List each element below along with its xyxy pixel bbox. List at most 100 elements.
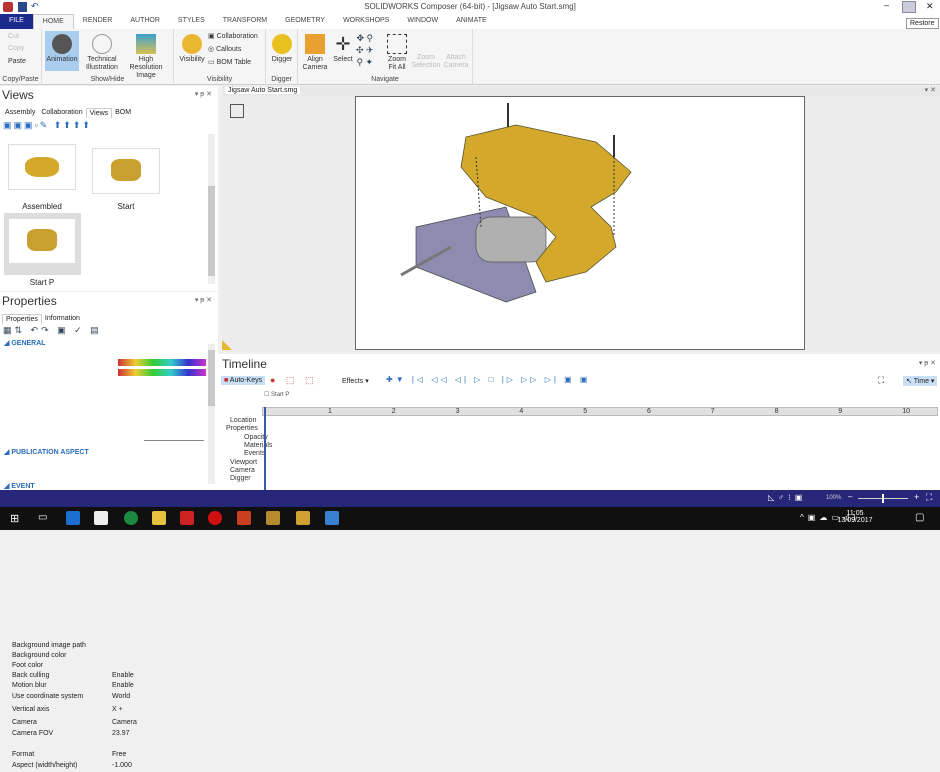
property-value[interactable]: X + [112, 706, 123, 713]
property-row[interactable]: Format Free [12, 751, 207, 761]
task-view-icon[interactable]: ▭ [38, 512, 47, 523]
composer-icon[interactable] [296, 511, 310, 525]
property-row[interactable]: Use coordinate system World [12, 693, 207, 703]
tab-geometry[interactable]: GEOMETRY [276, 14, 334, 29]
views-toolbar[interactable]: ▣▣▣▫✎ ⬆⬆⬆⬆ [3, 120, 92, 131]
track-label[interactable]: Camera [230, 467, 255, 474]
effects-button[interactable]: Effects ▾ [342, 377, 369, 385]
zoom-slider-thumb[interactable] [882, 494, 884, 503]
technical-illustration-button[interactable]: Technical Illustration [83, 34, 121, 72]
tab-author[interactable]: AUTHOR [121, 14, 169, 29]
status-icons[interactable]: ◺♂⁝▣ [768, 493, 806, 502]
properties-scrollbar[interactable] [208, 344, 215, 484]
powerpoint-icon[interactable] [237, 511, 251, 525]
tab-assembly[interactable]: Assembly [2, 108, 38, 118]
align-camera-button[interactable]: Align Camera [300, 34, 330, 72]
callouts-button[interactable]: ◎ Callouts [208, 46, 241, 54]
copy-button[interactable]: Copy [8, 45, 24, 53]
playback-controls[interactable]: ✚▼ |◁ ◁◁ ◁| ▷ □ |▷ ▷▷ ▷| ▣ ▣ [386, 375, 590, 384]
tab-collaboration[interactable]: Collaboration [38, 108, 85, 118]
tab-window[interactable]: WINDOW [398, 14, 447, 29]
document-tab[interactable]: Jigsaw Auto Start.smg [225, 87, 301, 94]
track-label[interactable]: Viewport [230, 459, 257, 466]
viewport[interactable] [222, 96, 940, 352]
edge-icon[interactable] [66, 511, 80, 525]
visibility-button[interactable]: Visibility [177, 34, 207, 64]
store-icon[interactable] [94, 511, 108, 525]
property-value[interactable]: Free [112, 751, 126, 758]
high-resolution-image-button[interactable]: High Resolution Image [122, 34, 170, 80]
filmstrip-icon[interactable] [230, 104, 244, 118]
app-icon[interactable] [266, 511, 280, 525]
zoom-out-button[interactable]: – [848, 492, 852, 501]
paste-button[interactable]: Paste [8, 58, 26, 66]
property-row[interactable]: Back culling Enable [12, 672, 207, 682]
cut-button[interactable]: Cut [8, 33, 19, 41]
opera-icon[interactable] [208, 511, 222, 525]
panel-controls[interactable]: ▾ ᵽ ✕ [919, 359, 936, 367]
property-value[interactable]: World [112, 693, 130, 700]
property-value[interactable]: Enable [112, 672, 134, 679]
property-row[interactable]: Camera Camera [12, 719, 207, 729]
tab-animate[interactable]: ANIMATE [447, 14, 496, 29]
app-icon[interactable] [124, 511, 138, 525]
file-explorer-icon[interactable] [152, 511, 166, 525]
tab-bom[interactable]: BOM [112, 108, 134, 118]
section-event[interactable]: ◢ EVENT [4, 482, 35, 490]
property-row[interactable]: Camera FOV 23.97 [12, 730, 207, 740]
views-scrollbar[interactable] [208, 134, 215, 284]
digger-button[interactable]: Digger [269, 34, 295, 64]
tab-information[interactable]: Information [42, 314, 83, 324]
track-label[interactable]: Materials [244, 442, 272, 449]
background-color-swatch[interactable] [118, 359, 206, 366]
view-thumbnail-start[interactable] [92, 148, 160, 194]
start-button[interactable]: ⊞ [10, 512, 19, 525]
collaboration-button[interactable]: ▣ Collaboration [208, 33, 258, 41]
panel-controls[interactable]: ▾ ᵽ ✕ [195, 90, 212, 98]
fit-timeline-icon[interactable]: ⛶ [878, 375, 884, 386]
navigate-tools[interactable]: ✥ ⚲ ✣ ✈ ⚲ ✦ [356, 32, 374, 68]
tab-home[interactable]: HOME [32, 14, 74, 29]
track-label[interactable]: Location [230, 417, 256, 424]
track-label[interactable]: Digger [230, 475, 251, 482]
track-label[interactable]: Events [244, 450, 265, 457]
property-value[interactable]: 23.97 [112, 730, 130, 737]
zoom-in-button[interactable]: + [914, 492, 919, 502]
tab-views[interactable]: Views [85, 108, 113, 118]
notifications-icon[interactable]: ▢ [915, 512, 924, 523]
render-canvas[interactable] [355, 96, 805, 350]
tab-render[interactable]: RENDER [74, 14, 122, 29]
animation-button[interactable]: Animation [45, 31, 79, 71]
property-row[interactable]: Background color [12, 652, 207, 662]
bom-table-button[interactable]: ▭ BOM Table [208, 59, 251, 67]
section-publication[interactable]: ◢ PUBLICATION ASPECT [4, 448, 89, 456]
property-row[interactable]: Background image path [12, 642, 207, 652]
fov-slider[interactable] [144, 440, 204, 441]
time-ruler[interactable] [262, 407, 938, 416]
timeline-tools[interactable]: ● ⬚ ⬚ [270, 375, 317, 386]
track-label[interactable]: Properties [226, 425, 258, 432]
section-general[interactable]: ◢ GENERAL [4, 339, 46, 347]
tab-styles[interactable]: STYLES [169, 14, 214, 29]
property-value[interactable]: Camera [112, 719, 137, 726]
property-row[interactable]: Vertical axis X + [12, 706, 207, 716]
tab-file[interactable]: FILE [0, 14, 33, 29]
tab-workshops[interactable]: WORKSHOPS [334, 14, 398, 29]
fit-icon[interactable]: ⛶ [926, 492, 932, 503]
tab-properties[interactable]: Properties [2, 314, 42, 324]
tray-icons[interactable]: ^▣☁▭◁) [800, 513, 860, 522]
time-mode-button[interactable]: ↖ Time ▾ [903, 376, 938, 386]
solidworks-icon[interactable] [180, 511, 194, 525]
property-value[interactable]: -1.000 [112, 762, 132, 769]
property-row[interactable]: Foot color [12, 662, 207, 672]
property-row[interactable]: Aspect (width/height) -1.000 [12, 762, 207, 772]
properties-toolbar[interactable]: ▦⇅ ↶↷ ▣ ✓ ▤ [3, 325, 102, 336]
tab-transform[interactable]: TRANSFORM [214, 14, 276, 29]
view-thumbnail-start-p[interactable] [8, 218, 76, 264]
playhead[interactable] [264, 407, 266, 490]
app-icon[interactable] [325, 511, 339, 525]
minimize-button[interactable]: – [884, 0, 889, 10]
zoom-selection-button[interactable]: Zoom Selection [411, 54, 441, 70]
close-button[interactable]: ✕ [926, 1, 934, 12]
view-thumbnail-assembled[interactable] [8, 144, 76, 190]
